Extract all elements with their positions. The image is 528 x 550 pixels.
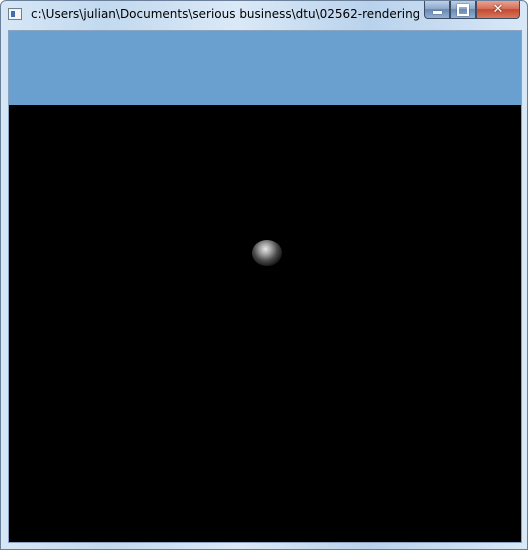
console-app-icon[interactable]: [8, 8, 22, 20]
rendered-sphere: [252, 240, 282, 266]
title-bar[interactable]: c:\Users\julian\Documents\serious busine…: [1, 1, 527, 29]
window-title: c:\Users\julian\Documents\serious busine…: [31, 7, 419, 21]
close-button[interactable]: ✕: [476, 1, 520, 19]
render-viewport[interactable]: [9, 105, 521, 542]
caption-buttons: ✕: [424, 1, 520, 19]
application-window: c:\Users\julian\Documents\serious busine…: [0, 0, 528, 550]
render-client-area[interactable]: [8, 30, 522, 543]
close-icon: ✕: [492, 2, 504, 17]
maximize-button[interactable]: [450, 1, 476, 19]
minimize-button[interactable]: [424, 1, 450, 19]
minimize-icon: [432, 11, 442, 14]
top-panel: [9, 31, 521, 105]
maximize-icon: [457, 3, 469, 16]
